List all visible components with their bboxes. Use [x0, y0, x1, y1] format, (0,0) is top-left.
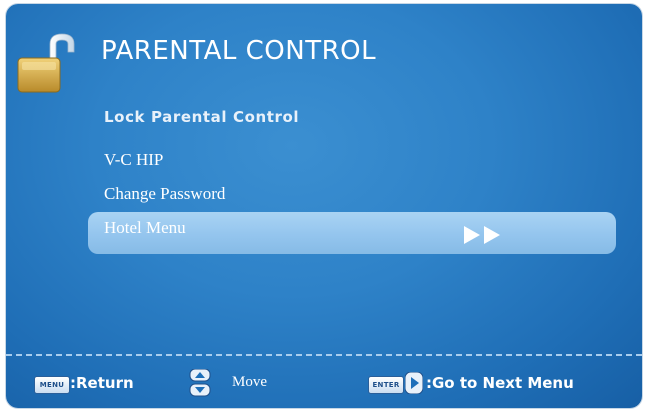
return-hint: :Return: [70, 374, 134, 392]
menu-item-hotel-menu[interactable]: Hotel Menu: [88, 212, 616, 254]
page-title: PARENTAL CONTROL: [101, 36, 377, 66]
menu-item-label: Lock Parental Control: [104, 108, 300, 126]
go-to-next-menu-hint: :Go to Next Menu: [426, 374, 574, 392]
footer-divider: [6, 354, 642, 356]
unlocked-padlock-icon: [17, 33, 75, 93]
menu-item-lock-parental-control[interactable]: Lock Parental Control: [88, 100, 616, 142]
enter-key-badge[interactable]: ENTER: [368, 376, 404, 394]
parental-control-screen: PARENTAL CONTROL Lock Parental Control V…: [6, 4, 642, 408]
menu-item-label: Hotel Menu: [104, 218, 186, 237]
menu-item-label: V-C HIP: [104, 150, 164, 169]
up-down-arrow-icon: [189, 369, 211, 397]
double-right-arrow-icon: [464, 226, 500, 244]
menu-item-label: Change Password: [104, 184, 226, 203]
footer-hints: MENU :Return Move ENTER :Go to Next Menu: [6, 366, 642, 400]
right-arrow-icon: [405, 372, 423, 394]
move-hint: Move: [232, 374, 267, 390]
menu-key-badge[interactable]: MENU: [34, 376, 70, 394]
